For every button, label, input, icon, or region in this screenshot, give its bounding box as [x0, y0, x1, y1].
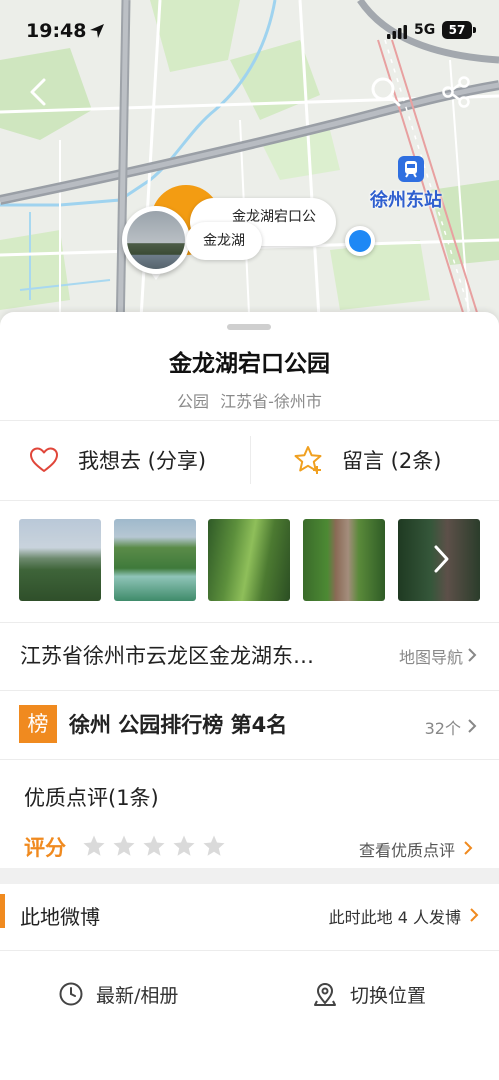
- share-icon: [442, 76, 470, 108]
- sheet-grabber[interactable]: [227, 324, 271, 330]
- weibo-section: 此地微博 此时此地 4 人发博: [0, 884, 499, 948]
- location-arrow-icon: [90, 24, 104, 38]
- weibo-post-count-link[interactable]: 此时此地 4 人发博: [329, 904, 461, 928]
- switch-location-label: 切换位置: [350, 984, 427, 1007]
- section-accent-bar: [0, 894, 5, 928]
- current-location-dot: [345, 226, 375, 256]
- back-button[interactable]: [20, 74, 56, 110]
- rating-row: 评分 查看优质点评: [0, 826, 499, 870]
- status-time: 19:48: [26, 20, 87, 42]
- chevron-right-icon: [470, 908, 479, 922]
- divider: [0, 500, 499, 501]
- photo-strip: [19, 519, 481, 601]
- poi-category: 公园: [177, 392, 210, 411]
- photo-thumbnail[interactable]: [208, 519, 290, 601]
- want-to-go-label: 我想去 (分享): [78, 449, 207, 473]
- poi-title: 金龙湖宕口公园: [169, 351, 330, 377]
- star-plus-icon: [294, 446, 322, 474]
- address-row[interactable]: 江苏省徐州市云龙区金龙湖东… 地图导航: [0, 622, 499, 688]
- rating-stars: [82, 834, 226, 858]
- chevron-right-icon: [468, 648, 477, 662]
- divider: [0, 420, 499, 421]
- photo-pin[interactable]: [122, 206, 190, 274]
- pin-photo: [127, 211, 185, 269]
- network-type: 5G: [414, 22, 436, 38]
- section-separator: [0, 868, 499, 884]
- ranking-text: 徐州 公园排行榜 第4名: [69, 713, 288, 737]
- photo-thumbnail[interactable]: [114, 519, 196, 601]
- quality-review-title: 优质点评(1条): [24, 786, 159, 810]
- switch-location-tab[interactable]: 切换位置: [312, 966, 426, 1022]
- back-chevron-icon: [30, 78, 46, 106]
- map-view[interactable]: 19:48 5G 57 徐州东站 金龙湖宕口公 金龙湖: [0, 0, 499, 335]
- clock-icon: [59, 982, 83, 1006]
- address-text: 江苏省徐州市云龙区金龙湖东…: [20, 644, 314, 668]
- want-to-go-button[interactable]: 我想去 (分享): [28, 428, 206, 492]
- divider: [0, 950, 499, 951]
- location-pin-icon: [314, 982, 336, 1006]
- rating-star-icon: [143, 835, 165, 856]
- divider: [0, 759, 499, 760]
- view-quality-reviews-link[interactable]: 查看优质点评: [359, 837, 455, 861]
- ranking-row[interactable]: 榜 徐州 公园排行榜 第4名 32个: [0, 691, 499, 759]
- rating-star-icon: [173, 835, 195, 856]
- train-station-icon[interactable]: [398, 156, 424, 182]
- poi-subtitle: 公园 江苏省-徐州市: [0, 388, 499, 412]
- pin-label[interactable]: 金龙湖: [186, 222, 262, 260]
- poi-region: 江苏省-徐州市: [220, 392, 322, 411]
- share-button[interactable]: [438, 74, 474, 110]
- rating-label: 评分: [24, 836, 66, 860]
- weibo-title: 此地微博: [20, 905, 100, 929]
- status-bar: 19:48 5G 57: [0, 0, 499, 60]
- rating-star-icon: [83, 835, 105, 856]
- photo-thumbnail[interactable]: [303, 519, 385, 601]
- search-icon: [371, 77, 401, 107]
- comment-label: 留言 (2条): [342, 449, 442, 473]
- rating-star-icon: [113, 835, 135, 856]
- action-separator: [250, 436, 251, 484]
- battery-icon: 57: [442, 21, 476, 39]
- poi-detail-sheet: 金龙湖宕口公园 公园 江苏省-徐州市 我想去 (分享) 留言 (2条) 江苏省徐…: [0, 312, 499, 1080]
- heart-icon: [30, 447, 58, 472]
- station-label[interactable]: 徐州东站: [370, 186, 442, 212]
- signal-icon: [387, 25, 407, 39]
- map-navigation-link[interactable]: 地图导航: [399, 644, 463, 668]
- ranking-count: 32个: [424, 719, 461, 738]
- map-search-button[interactable]: [368, 74, 404, 110]
- photos-next-icon[interactable]: [429, 541, 453, 577]
- latest-album-tab[interactable]: 最新/相册: [58, 966, 178, 1022]
- latest-album-label: 最新/相册: [96, 984, 179, 1007]
- comment-button[interactable]: 留言 (2条): [292, 428, 441, 492]
- photo-thumbnail[interactable]: [19, 519, 101, 601]
- chevron-right-icon: [464, 841, 473, 855]
- rating-star-icon: [203, 835, 225, 856]
- chevron-right-icon: [468, 719, 477, 733]
- train-icon: [405, 161, 417, 178]
- ranking-badge: 榜: [19, 705, 57, 743]
